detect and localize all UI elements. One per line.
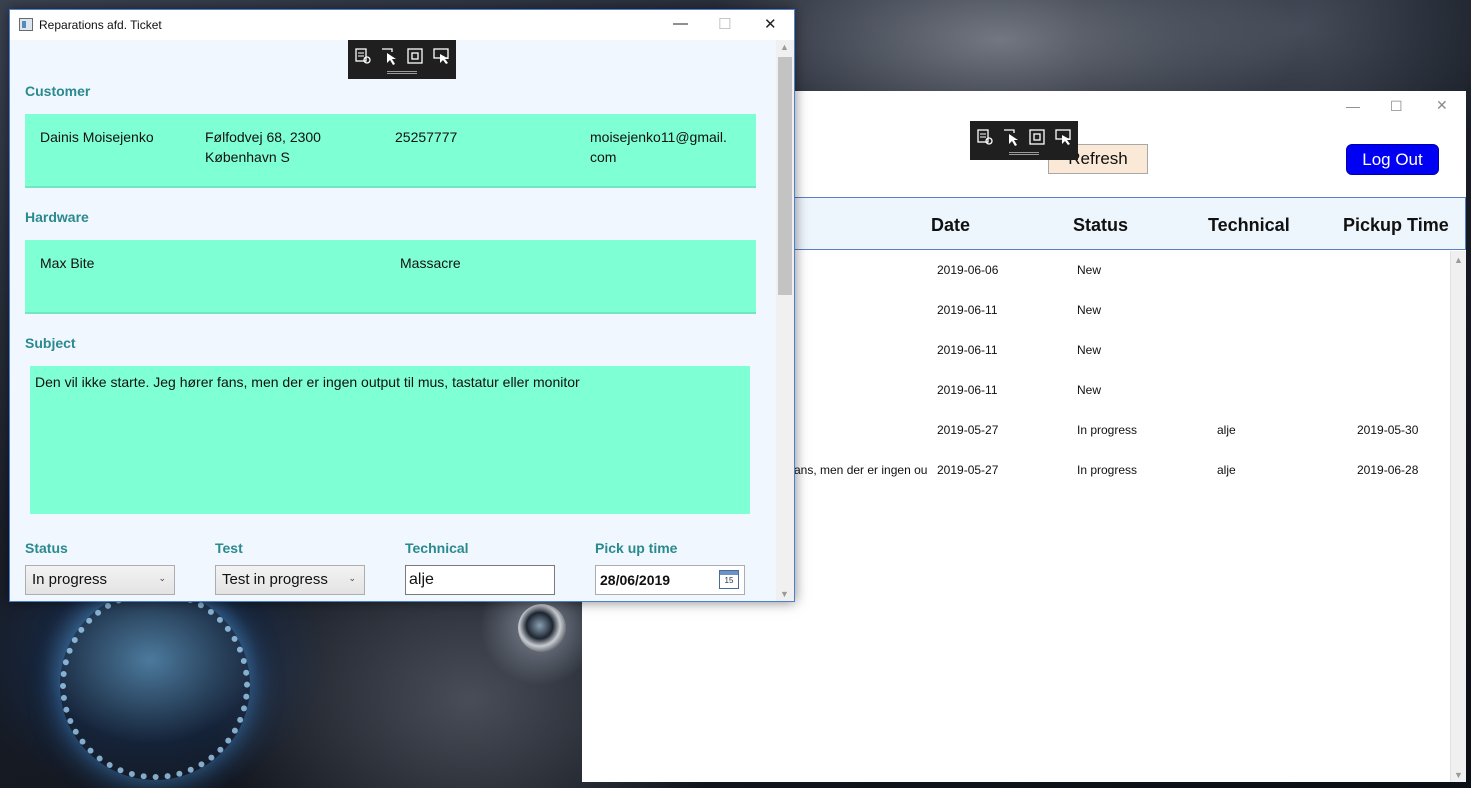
scroll-up-icon[interactable]: ▲ <box>1454 255 1463 265</box>
chevron-down-icon: ⌄ <box>348 573 356 583</box>
row-date: 2019-06-11 <box>937 303 998 317</box>
main-close-button[interactable]: ✕ <box>1436 98 1448 112</box>
status-label: Status <box>25 540 68 556</box>
layout-adorner-icon[interactable] <box>406 47 424 65</box>
row-pickup: 2019-05-30 <box>1357 423 1419 437</box>
pickup-time-label: Pick up time <box>595 540 678 556</box>
row-date: 2019-05-27 <box>937 423 999 437</box>
ticket-content: Customer Dainis Moisejenko Følfodvej 68,… <box>10 40 776 601</box>
close-button[interactable]: ✕ <box>764 15 777 33</box>
row-status: In progress <box>1077 423 1138 437</box>
row-date: 2019-05-27 <box>937 463 999 477</box>
scrollbar-thumb[interactable] <box>778 57 792 295</box>
row-technical: alje <box>1217 423 1236 437</box>
technical-input[interactable]: alje <box>405 565 555 595</box>
app-icon <box>19 18 33 31</box>
track-focus-icon[interactable] <box>432 47 450 65</box>
status-select-value: In progress <box>32 571 108 588</box>
status-select[interactable]: In progress ⌄ <box>25 565 175 595</box>
pickup-date-value: 28/06/2019 <box>600 572 671 588</box>
technical-input-value: alje <box>409 571 434 588</box>
customer-name: Dainis Moisejenko <box>40 129 154 145</box>
subject-text: Den vil ikke starte. Jeg hører fans, men… <box>35 374 580 390</box>
debug-toolbar-grip[interactable] <box>1009 152 1039 155</box>
technical-label: Technical <box>405 540 469 556</box>
column-header-status[interactable]: Status <box>1073 215 1128 236</box>
select-element-icon[interactable] <box>976 128 994 146</box>
customer-label: Customer <box>25 83 91 99</box>
row-date: 2019-06-11 <box>937 383 998 397</box>
row-status: In progress <box>1077 463 1138 477</box>
hardware-panel: Max Bite Massacre <box>25 240 756 314</box>
customer-email-line2: com <box>590 149 617 165</box>
wallpaper-lens <box>518 604 566 652</box>
row-pickup: 2019-06-28 <box>1357 463 1419 477</box>
main-maximize-button[interactable]: ☐ <box>1390 99 1403 113</box>
pointer-select-icon[interactable] <box>380 47 398 65</box>
minimize-button[interactable]: — <box>673 15 688 32</box>
row-date: 2019-06-11 <box>937 343 998 357</box>
hardware-model: Massacre <box>400 255 461 271</box>
row-status: New <box>1077 383 1102 397</box>
debug-toolbar-grip[interactable] <box>387 71 417 74</box>
ticket-titlebar[interactable]: Reparations afd. Ticket — ☐ ✕ <box>10 10 794 40</box>
scroll-down-icon[interactable]: ▼ <box>1454 770 1463 780</box>
customer-email-line1: moisejenko11@gmail. <box>590 129 727 145</box>
wallpaper-glow <box>60 590 250 780</box>
ticket-window: Reparations afd. Ticket — ☐ ✕ Customer D… <box>9 9 795 602</box>
select-element-icon[interactable] <box>354 47 372 65</box>
row-status: New <box>1077 343 1102 357</box>
ticket-scrollbar[interactable]: ▲ ▼ <box>776 40 794 601</box>
scroll-up-icon[interactable]: ▲ <box>780 42 789 52</box>
row-date: 2019-06-06 <box>937 263 999 277</box>
column-header-technical[interactable]: Technical <box>1208 215 1290 236</box>
row-subject: ans, men der er ingen out <box>794 463 927 477</box>
customer-address-line2: København S <box>205 149 290 165</box>
main-minimize-button[interactable]: — <box>1346 99 1360 113</box>
track-focus-icon[interactable] <box>1054 128 1072 146</box>
test-select-value: Test in progress <box>222 571 328 588</box>
customer-address-line1: Følfodvej 68, 2300 <box>205 129 321 145</box>
test-select[interactable]: Test in progress ⌄ <box>215 565 365 595</box>
pickup-date-picker[interactable]: 28/06/2019 15 <box>595 565 745 595</box>
window-title: Reparations afd. Ticket <box>39 18 162 32</box>
row-status: New <box>1077 263 1102 277</box>
debug-toolbar <box>970 121 1078 160</box>
hardware-label: Hardware <box>25 209 89 225</box>
subject-label: Subject <box>25 335 76 351</box>
column-header-pickup-time[interactable]: Pickup Time <box>1343 215 1449 236</box>
customer-panel: Dainis Moisejenko Følfodvej 68, 2300 Køb… <box>25 114 756 188</box>
calendar-icon[interactable]: 15 <box>719 570 739 589</box>
pointer-select-icon[interactable] <box>1002 128 1020 146</box>
scroll-down-icon[interactable]: ▼ <box>780 589 789 599</box>
logout-button[interactable]: Log Out <box>1346 144 1439 175</box>
column-header-date[interactable]: Date <box>931 215 970 236</box>
maximize-button[interactable]: ☐ <box>718 15 731 33</box>
row-technical: alje <box>1217 463 1236 477</box>
chevron-down-icon: ⌄ <box>158 573 166 583</box>
subject-textarea[interactable]: Den vil ikke starte. Jeg hører fans, men… <box>30 366 750 514</box>
hardware-brand: Max Bite <box>40 255 95 271</box>
debug-toolbar <box>348 40 456 79</box>
layout-adorner-icon[interactable] <box>1028 128 1046 146</box>
customer-phone: 25257777 <box>395 129 458 145</box>
main-list-scrollbar[interactable]: ▲ ▼ <box>1450 251 1466 782</box>
row-status: New <box>1077 303 1102 317</box>
test-label: Test <box>215 540 243 556</box>
